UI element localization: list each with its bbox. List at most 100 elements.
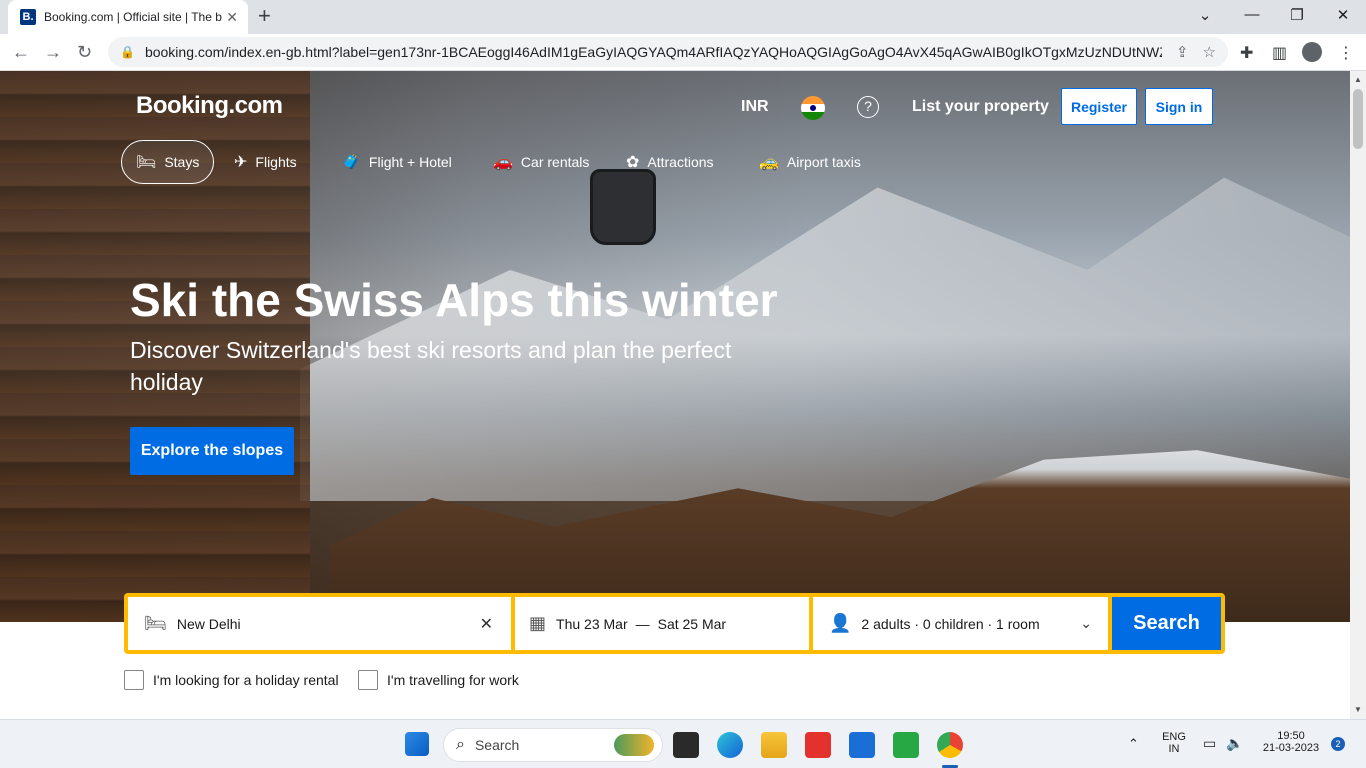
checkbox-box[interactable] — [124, 670, 144, 690]
taxi-icon: 🚕 — [759, 154, 779, 171]
profile-avatar-icon[interactable] — [1302, 42, 1322, 62]
nav-tab-stays[interactable]: 🛏 Stays — [121, 140, 215, 184]
list-your-property-link[interactable]: List your property — [912, 98, 1049, 116]
scroll-thumb[interactable] — [1353, 89, 1363, 149]
booking-page: Booking.com INR ? List your property Reg… — [0, 71, 1350, 719]
language-code: ENG — [1162, 731, 1186, 743]
guests-value: 2 adults · 0 children · 1 room — [861, 615, 1040, 632]
nav-tab-airport-taxis[interactable]: 🚕 Airport taxis — [745, 140, 875, 184]
minimize-window-button[interactable]: — — [1237, 6, 1267, 23]
travelling-for-work-label[interactable]: I'm travelling for work — [387, 672, 519, 688]
bed-icon: 🛏 — [136, 154, 157, 171]
attractions-icon: ✿ — [626, 154, 640, 171]
holiday-rental-checkbox[interactable]: I'm looking for a holiday rental — [124, 670, 339, 690]
help-icon[interactable]: ? — [857, 96, 879, 118]
hero-headline: Ski the Swiss Alps this winter — [130, 274, 778, 326]
date-range-field[interactable]: ▦ Thu 23 Mar — Sat 25 Mar — [515, 597, 809, 650]
india-flag-icon[interactable] — [801, 96, 825, 120]
windows-taskbar: ⌕ Search ⌃ ENG IN ▭ 🔈 19:50 21-03-2023 2 — [0, 719, 1366, 768]
taskbar-search-box[interactable]: ⌕ Search — [443, 728, 663, 762]
holiday-rental-label[interactable]: I'm looking for a holiday rental — [153, 672, 339, 688]
clock-date: 21-03-2023 — [1262, 742, 1320, 754]
side-panel-icon[interactable]: ▥ — [1272, 43, 1287, 63]
nav-tab-flight-hotel[interactable]: 🧳 Flight + Hotel — [327, 140, 466, 184]
scroll-up-arrow-icon[interactable]: ▲ — [1354, 75, 1362, 84]
volume-icon[interactable]: 🔈 — [1226, 735, 1243, 752]
browser-menu-icon[interactable]: ⋮ — [1338, 43, 1354, 63]
chrome-browser-icon[interactable] — [937, 732, 963, 758]
close-window-button[interactable]: ✕ — [1328, 6, 1358, 24]
clock[interactable]: 19:50 21-03-2023 — [1256, 730, 1326, 754]
nav-tab-car-rentals[interactable]: 🚗 Car rentals — [479, 140, 603, 184]
checkbox-box[interactable] — [358, 670, 378, 690]
bed-icon: 🛏 — [144, 613, 167, 633]
calendar-icon: ▦ — [529, 613, 547, 633]
browser-tab[interactable]: B. Booking.com | Official site | The b ✕ — [8, 0, 248, 34]
explore-slopes-button[interactable]: Explore the slopes — [130, 427, 294, 475]
booking-favicon-icon: B. — [20, 9, 36, 25]
nav-tab-flights[interactable]: ✈ Flights — [220, 140, 311, 184]
register-button[interactable]: Register — [1061, 88, 1137, 125]
browser-toolbar: ← → ↻ 🔒 booking.com/index.en-gb.html?lab… — [0, 34, 1366, 71]
nav-tab-label: Flight + Hotel — [368, 154, 452, 170]
reload-icon[interactable]: ↻ — [77, 42, 92, 62]
file-explorer-icon[interactable] — [761, 732, 787, 758]
media-player-icon[interactable] — [893, 732, 919, 758]
back-arrow-icon[interactable]: ← — [12, 42, 30, 62]
check-out-date[interactable]: Sat 25 Mar — [658, 616, 726, 632]
date-separator: — — [635, 615, 650, 632]
tab-close-icon[interactable]: ✕ — [226, 9, 238, 26]
search-highlight-icon — [614, 734, 654, 756]
nav-tab-label: Stays — [164, 154, 200, 170]
nav-tab-label: Attractions — [647, 154, 714, 170]
plane-icon: ✈ — [234, 154, 248, 171]
guests-field[interactable]: 👤 2 adults · 0 children · 1 room ⌄ — [813, 597, 1108, 650]
travelling-for-work-checkbox[interactable]: I'm travelling for work — [358, 670, 519, 690]
bookmark-star-icon[interactable]: ☆ — [1203, 43, 1216, 61]
page-scrollbar[interactable]: ▲ ▼ — [1350, 71, 1366, 719]
language-indicator[interactable]: ENG IN — [1160, 731, 1188, 755]
tab-search-chevron-icon[interactable]: ⌄ — [1190, 6, 1220, 24]
search-button[interactable]: Search — [1112, 597, 1221, 650]
hero-banner: Booking.com INR ? List your property Reg… — [0, 71, 1350, 622]
clock-time: 19:50 — [1277, 730, 1305, 742]
hero-subheadline: Discover Switzerland's best ski resorts … — [130, 337, 732, 395]
taskbar-search-label: Search — [474, 737, 520, 753]
wps-office-icon[interactable] — [805, 732, 831, 758]
nav-tab-label: Airport taxis — [786, 154, 861, 170]
sign-in-button[interactable]: Sign in — [1145, 88, 1213, 125]
chevron-down-icon[interactable]: ⌄ — [1080, 615, 1092, 632]
destination-value[interactable]: New Delhi — [177, 616, 241, 632]
app-s-icon[interactable] — [849, 732, 875, 758]
currency-selector[interactable]: INR — [741, 98, 769, 116]
notification-badge[interactable]: 2 — [1331, 737, 1345, 751]
flight-hotel-icon: 🧳 — [341, 154, 361, 171]
network-icon[interactable]: ▭ — [1203, 735, 1216, 752]
check-in-date[interactable]: Thu 23 Mar — [556, 616, 628, 632]
lock-icon: 🔒 — [120, 45, 135, 59]
windows-start-icon[interactable] — [405, 732, 429, 756]
booking-logo[interactable]: Booking.com — [136, 92, 283, 120]
task-view-icon[interactable] — [673, 732, 699, 758]
search-bar: 🛏 New Delhi ✕ ▦ Thu 23 Mar — Sat 25 Mar … — [124, 593, 1225, 654]
extensions-puzzle-icon[interactable]: ✚ — [1240, 43, 1253, 63]
nav-tab-label: Car rentals — [520, 154, 590, 170]
forward-arrow-icon[interactable]: → — [44, 42, 62, 62]
destination-field[interactable]: 🛏 New Delhi ✕ — [128, 597, 511, 650]
tab-title: Booking.com | Official site | The b — [44, 10, 222, 24]
url-text[interactable]: booking.com/index.en-gb.html?label=gen17… — [145, 44, 1162, 60]
share-icon[interactable]: ⇪ — [1176, 43, 1189, 61]
tray-chevron-up-icon[interactable]: ⌃ — [1128, 736, 1139, 752]
edge-browser-icon[interactable] — [717, 732, 743, 758]
new-tab-button[interactable]: + — [258, 5, 271, 27]
clear-destination-icon[interactable]: ✕ — [480, 614, 493, 634]
restore-window-button[interactable]: ❐ — [1282, 6, 1312, 24]
car-icon: 🚗 — [493, 154, 513, 171]
search-icon: ⌕ — [456, 736, 465, 753]
address-bar[interactable]: 🔒 booking.com/index.en-gb.html?label=gen… — [108, 37, 1228, 67]
scroll-down-arrow-icon[interactable]: ▼ — [1354, 705, 1362, 714]
region-code: IN — [1168, 743, 1180, 755]
nav-tab-label: Flights — [255, 154, 297, 170]
person-icon: 👤 — [829, 613, 852, 633]
nav-tab-attractions[interactable]: ✿ Attractions — [612, 140, 728, 184]
